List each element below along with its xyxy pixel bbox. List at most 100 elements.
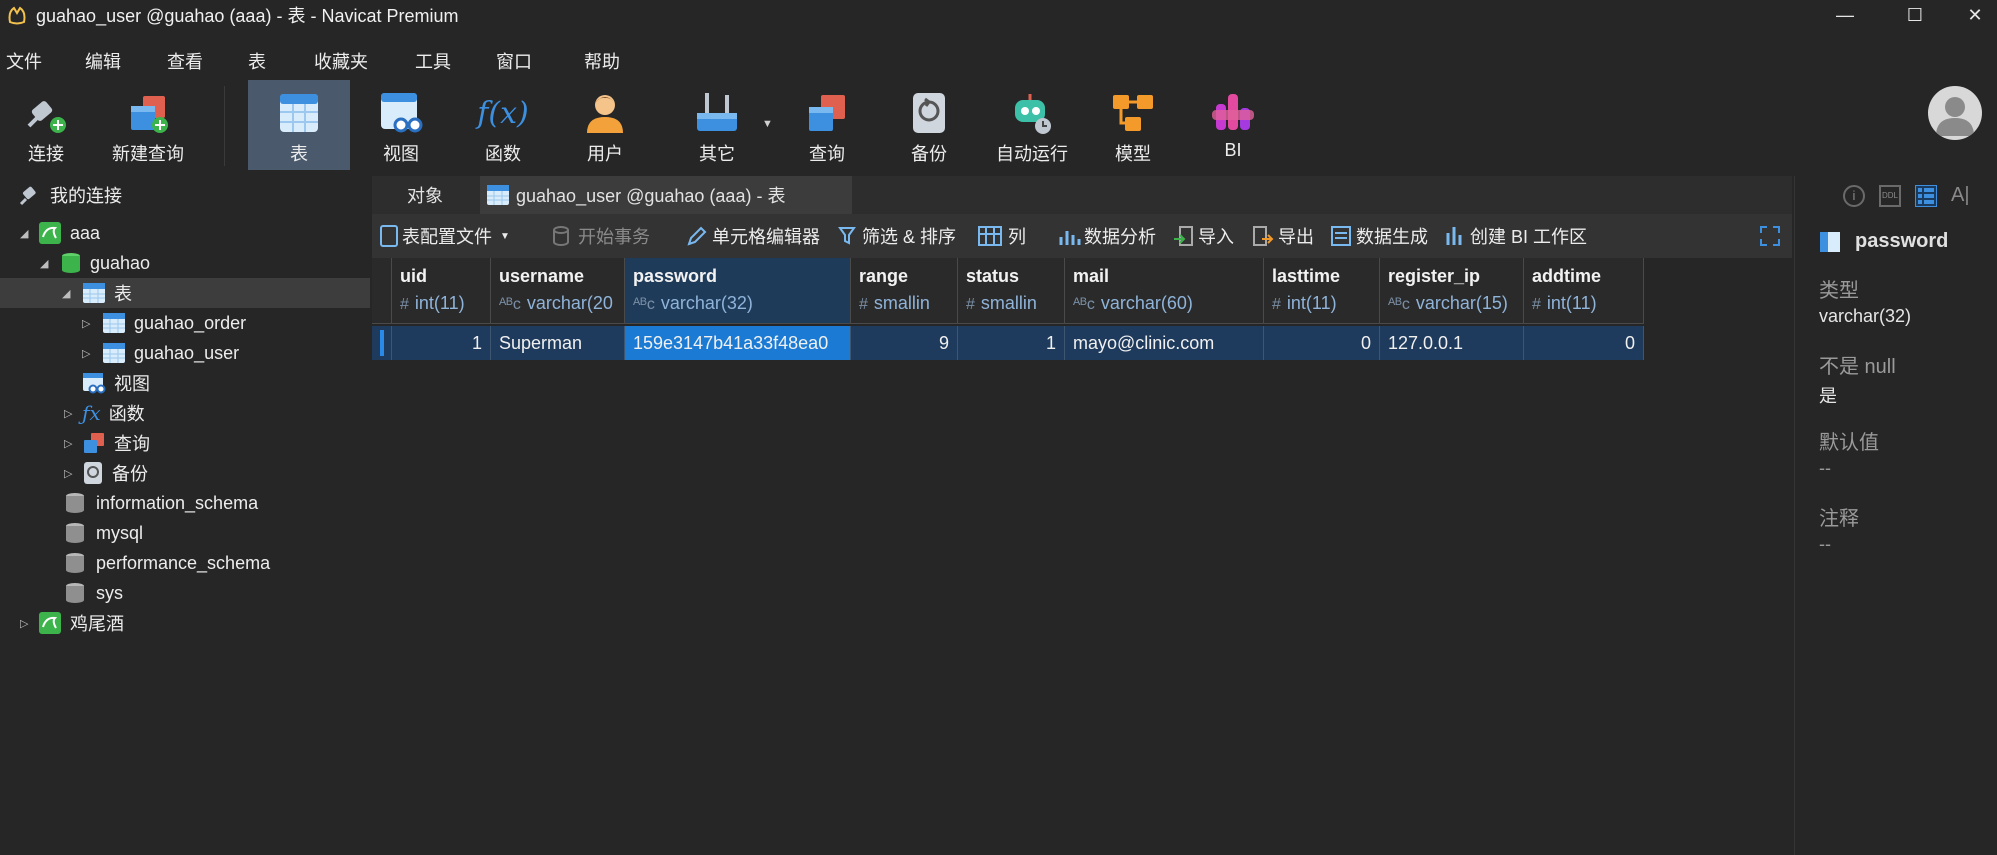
caret-expanded-icon[interactable]: ◢ — [20, 227, 34, 240]
data-analysis-button[interactable]: 数据分析 — [1058, 214, 1156, 258]
bi-button[interactable]: BI — [1200, 80, 1266, 170]
export-icon — [1253, 226, 1274, 246]
column-header-username[interactable]: username ᴬᴮc varchar(20 — [491, 258, 625, 324]
import-icon — [1174, 226, 1193, 246]
menu-edit[interactable]: 编辑 — [85, 48, 121, 74]
user-button[interactable]: 用户 — [572, 80, 638, 170]
column-header-lasttime[interactable]: lasttime # int(11) — [1264, 258, 1380, 324]
table-icon — [103, 343, 125, 363]
tree-item-queries[interactable]: ▷ 查询 — [64, 428, 150, 458]
connect-button[interactable]: 连接 — [10, 80, 82, 170]
column-header-range[interactable]: range # smallin — [851, 258, 958, 324]
menu-view[interactable]: 查看 — [167, 48, 203, 74]
caret-expanded-icon[interactable]: ◢ — [62, 287, 76, 300]
cell-status[interactable]: 1 — [958, 326, 1065, 360]
tab-bar: 对象 guahao_user @guahao (aaa) - 表 — [372, 176, 1792, 214]
tree-item-views[interactable]: 视图 — [82, 368, 150, 398]
cell-register-ip[interactable]: 127.0.0.1 — [1380, 326, 1524, 360]
bi-icon — [1208, 88, 1258, 138]
query-button[interactable]: 查询 — [794, 80, 860, 170]
tree-item-tables[interactable]: ◢ 表 — [0, 278, 370, 308]
cell-editor-button[interactable]: 单元格编辑器 — [686, 214, 820, 258]
column-header-uid[interactable]: uid # int(11) — [392, 258, 491, 324]
caret-expanded-icon[interactable]: ◢ — [40, 257, 54, 270]
new-query-button[interactable]: 新建查询 — [108, 80, 188, 170]
user-icon — [580, 88, 630, 138]
close-button[interactable]: ✕ — [1945, 0, 1997, 30]
columns-icon — [978, 226, 1002, 246]
caret-collapsed-icon[interactable]: ▷ — [64, 407, 78, 420]
menu-help[interactable]: 帮助 — [584, 48, 620, 74]
ddl-icon[interactable]: DDL — [1879, 184, 1901, 207]
tab-guahao-user-table[interactable]: guahao_user @guahao (aaa) - 表 — [480, 176, 852, 214]
cell-addtime[interactable]: 0 — [1524, 326, 1644, 360]
tab-objects[interactable]: 对象 — [372, 176, 478, 214]
column-header-status[interactable]: status # smallin — [958, 258, 1065, 324]
caret-collapsed-icon[interactable]: ▷ — [82, 317, 96, 330]
info-icon[interactable]: i — [1843, 184, 1865, 207]
tree-item-db-performance-schema[interactable]: performance_schema — [64, 548, 270, 578]
menu-tools[interactable]: 工具 — [415, 48, 451, 74]
tree-item-conn-aaa[interactable]: ◢ aaa — [20, 218, 100, 248]
column-header-mail[interactable]: mail ᴬᴮc varchar(60) — [1065, 258, 1264, 324]
cell-range[interactable]: 9 — [851, 326, 958, 360]
backup-button[interactable]: 备份 — [896, 80, 962, 170]
transaction-icon — [553, 226, 569, 246]
automation-button[interactable]: 自动运行 — [992, 80, 1072, 170]
tree-item-table-guahao-user[interactable]: ▷ guahao_user — [82, 338, 239, 368]
tree-item-functions[interactable]: ▷ ƒx 函数 — [64, 398, 145, 428]
cell-password[interactable]: 159e3147b41a33f48ea0 — [625, 326, 851, 360]
table-button[interactable]: 表 — [248, 80, 350, 170]
tree-item-db-mysql[interactable]: mysql — [64, 518, 143, 548]
menu-file[interactable]: 文件 — [6, 48, 42, 74]
view-icon — [376, 88, 426, 138]
cell-uid[interactable]: 1 — [392, 326, 491, 360]
cell-mail[interactable]: mayo@clinic.com — [1065, 326, 1264, 360]
model-icon — [1108, 88, 1158, 138]
avatar[interactable] — [1928, 86, 1982, 140]
table-icon — [83, 283, 105, 303]
profile-button[interactable]: 表配置文件 ▼ — [380, 214, 510, 258]
other-button[interactable]: 其它 — [684, 80, 750, 170]
minimize-button[interactable]: — — [1815, 0, 1875, 30]
cell-username[interactable]: Superman — [491, 326, 625, 360]
tree-item-db-guahao[interactable]: ◢ guahao — [40, 248, 150, 278]
tree-item-db-sys[interactable]: sys — [64, 578, 123, 608]
columns-button[interactable]: 列 — [978, 214, 1026, 258]
default-label: 默认值 — [1819, 432, 1879, 454]
menu-window[interactable]: 窗口 — [496, 48, 532, 74]
comment-label: 注释 — [1819, 508, 1859, 530]
caret-collapsed-icon[interactable]: ▷ — [82, 347, 96, 360]
create-bi-workspace-button[interactable]: 创建 BI 工作区 — [1444, 214, 1587, 258]
import-button[interactable]: 导入 — [1172, 214, 1234, 258]
mysql-connection-icon — [39, 222, 61, 244]
tree-item-table-guahao-order[interactable]: ▷ guahao_order — [82, 308, 246, 338]
field-details-icon[interactable] — [1915, 184, 1937, 207]
tree-item-backups[interactable]: ▷ 备份 — [64, 458, 148, 488]
export-button[interactable]: 导出 — [1252, 214, 1314, 258]
tree-item-db-information-schema[interactable]: information_schema — [64, 488, 258, 518]
column-header-addtime[interactable]: addtime # int(11) — [1524, 258, 1644, 324]
menu-table[interactable]: 表 — [248, 48, 266, 74]
function-button[interactable]: f(x) 函数 — [470, 80, 536, 170]
cell-lasttime[interactable]: 0 — [1264, 326, 1380, 360]
column-header-register-ip[interactable]: register_ip ᴬᴮc varchar(15) — [1380, 258, 1524, 324]
column-header-password[interactable]: password ᴬᴮc varchar(32) — [625, 258, 851, 324]
row-selector[interactable] — [372, 326, 392, 360]
tree-item-conn-cocktail[interactable]: ▷ 鸡尾酒 — [20, 608, 124, 638]
data-generation-button[interactable]: 数据生成 — [1330, 214, 1428, 258]
menu-favorites[interactable]: 收藏夹 — [314, 48, 368, 74]
caret-collapsed-icon[interactable]: ▷ — [64, 467, 78, 480]
comment-value: -- — [1819, 534, 1831, 554]
other-dropdown-icon[interactable]: ▼ — [762, 118, 773, 130]
begin-transaction-button[interactable]: 开始事务 — [552, 214, 650, 258]
fullscreen-icon[interactable] — [1760, 214, 1780, 258]
caret-collapsed-icon[interactable]: ▷ — [20, 617, 34, 630]
caret-collapsed-icon[interactable]: ▷ — [64, 437, 78, 450]
model-button[interactable]: 模型 — [1100, 80, 1166, 170]
view-button[interactable]: 视图 — [368, 80, 434, 170]
maximize-button[interactable]: ☐ — [1885, 0, 1945, 30]
pencil-icon — [687, 226, 707, 246]
text-format-icon[interactable]: A| — [1951, 184, 1970, 207]
filter-sort-button[interactable]: 筛选 & 排序 — [838, 214, 956, 258]
